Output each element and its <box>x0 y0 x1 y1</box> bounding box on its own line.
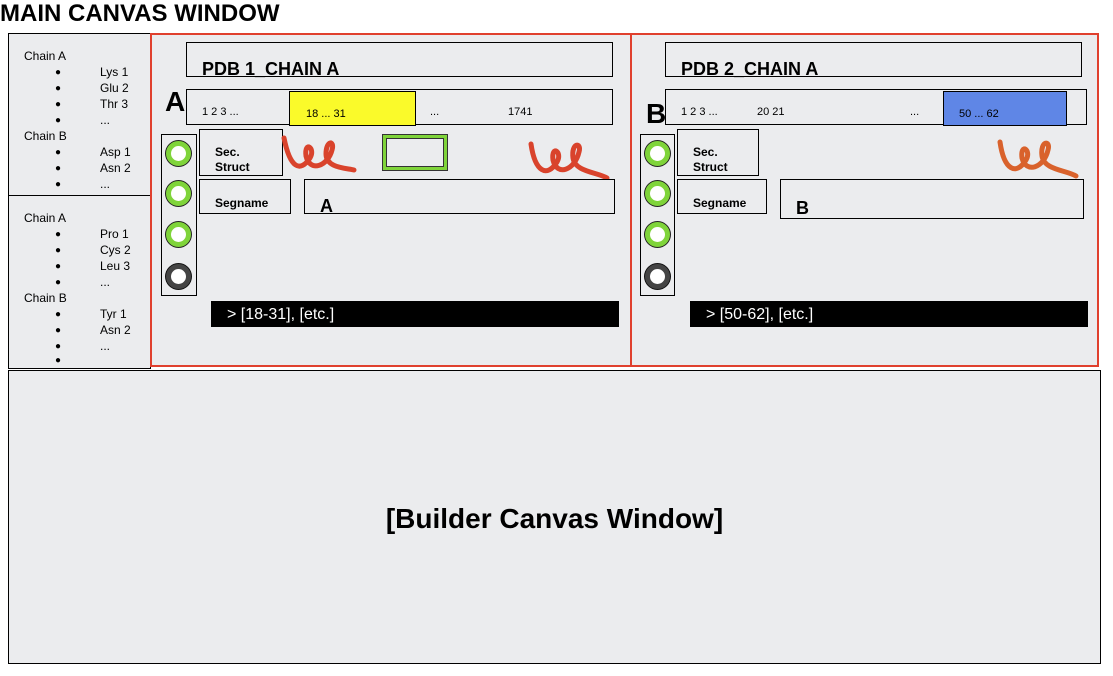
bullet-icon: ● <box>55 99 62 110</box>
bullet-icon: ● <box>55 115 62 126</box>
residue-item[interactable]: Tyr 1 <box>100 307 127 321</box>
bullet-icon: ● <box>55 355 62 366</box>
panel-a-frame <box>150 33 632 367</box>
bullet-icon: ● <box>55 245 62 256</box>
residue-item[interactable]: Lys 1 <box>100 65 128 79</box>
bullet-icon: ● <box>55 261 62 272</box>
residue-item[interactable]: Asn 2 <box>100 161 131 175</box>
residue-item[interactable]: Leu 3 <box>100 259 130 273</box>
bullet-icon: ● <box>55 325 62 336</box>
residue-item[interactable]: Cys 2 <box>100 243 131 257</box>
residue-item: ... <box>100 339 111 353</box>
chain-header[interactable]: Chain B <box>24 129 67 143</box>
bullet-icon: ● <box>55 309 62 320</box>
residue-item[interactable]: Pro 1 <box>100 227 129 241</box>
builder-canvas-label: [Builder Canvas Window] <box>385 503 724 534</box>
main-canvas-title: MAIN CANVAS WINDOW <box>0 0 280 27</box>
residue-item: ... <box>100 113 111 127</box>
residue-item: ... <box>100 275 111 289</box>
panel-b-frame <box>630 33 1099 367</box>
bullet-icon: ● <box>55 277 62 288</box>
bullet-icon: ● <box>55 229 62 240</box>
bullet-icon: ● <box>55 83 62 94</box>
bullet-icon: ● <box>55 341 62 352</box>
residue-item: ... <box>100 177 111 191</box>
chain-header[interactable]: Chain A <box>24 49 66 63</box>
bullet-icon: ● <box>55 179 62 190</box>
residue-item[interactable]: Asp 1 <box>100 145 131 159</box>
bullet-icon: ● <box>55 67 62 78</box>
chain-header[interactable]: Chain B <box>24 291 67 305</box>
chain-header[interactable]: Chain A <box>24 211 66 225</box>
bullet-icon: ● <box>55 163 62 174</box>
bullet-icon: ● <box>55 147 62 158</box>
residue-item[interactable]: Asn 2 <box>100 323 131 337</box>
residue-item[interactable]: Thr 3 <box>100 97 128 111</box>
residue-item[interactable]: Glu 2 <box>100 81 129 95</box>
